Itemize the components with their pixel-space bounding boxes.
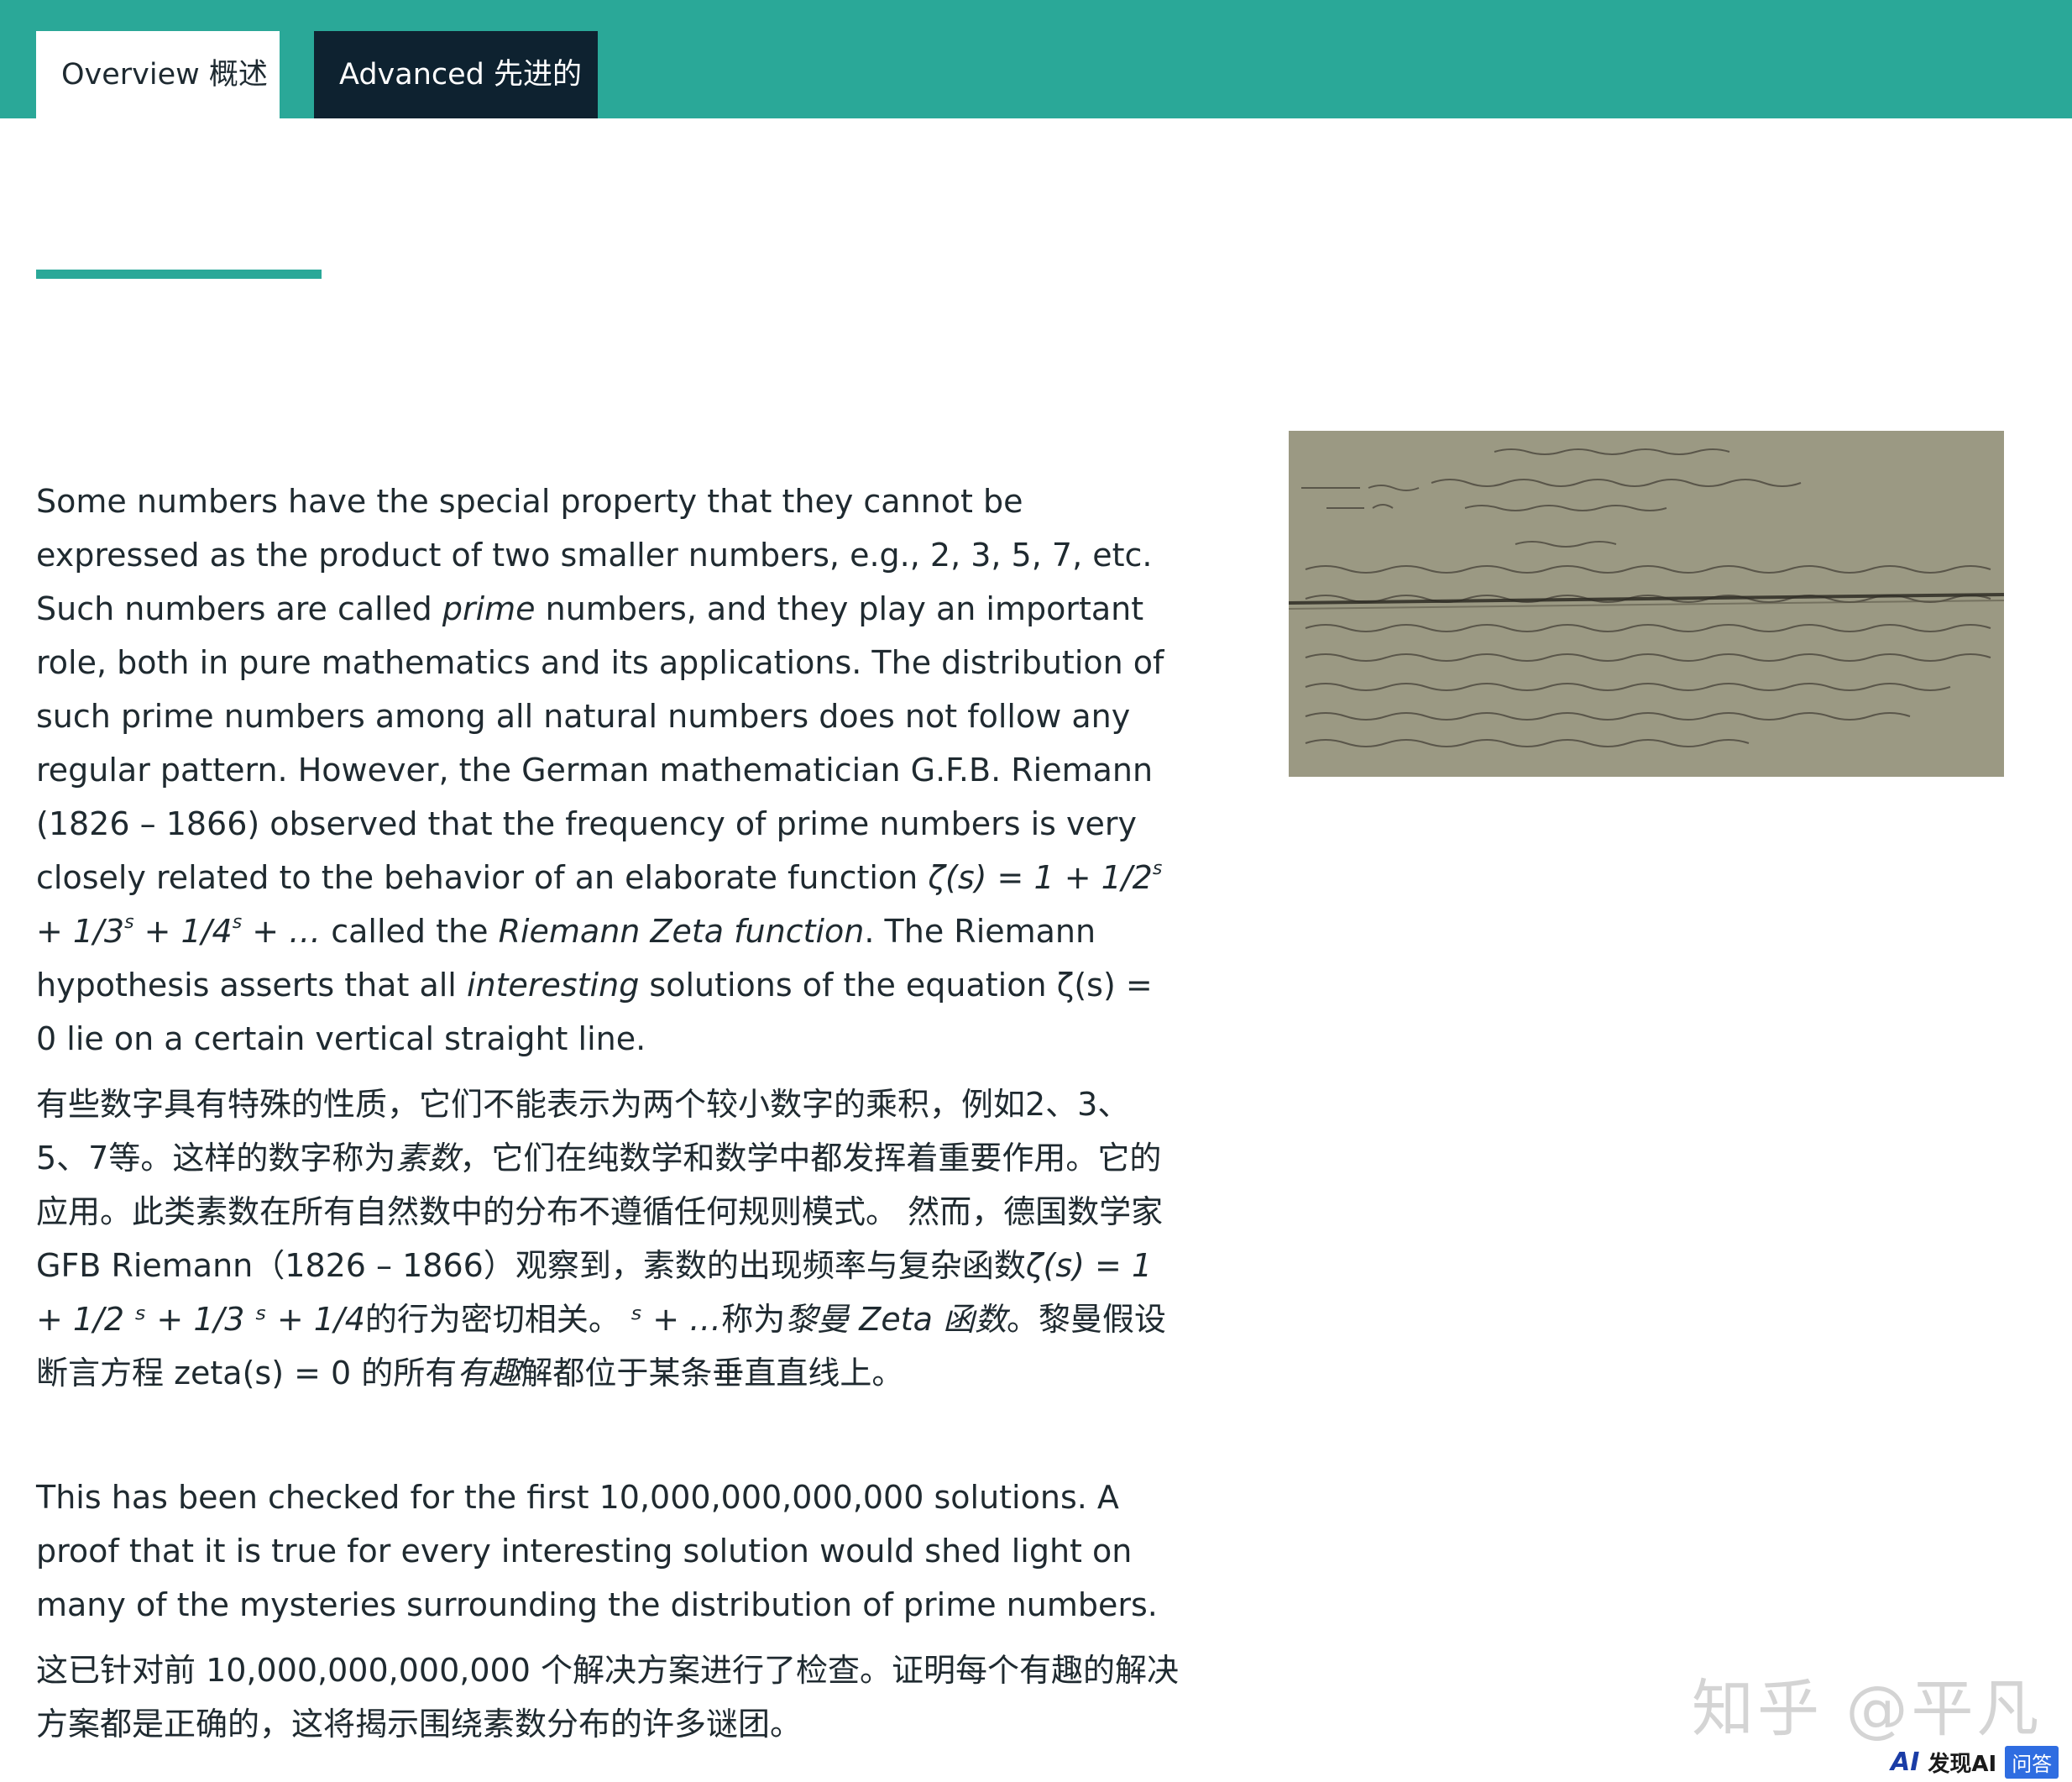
tab-overview[interactable]: Overview 概述 [36,31,280,118]
manuscript-handwriting [1289,431,2004,777]
paragraph-intro-zh: 有些数字具有特殊的性质，它们不能表示为两个较小数字的乘积，例如2、3、5、7等。… [36,1077,1180,1400]
zeta-formula-zh-tail: ˢ + … [620,1301,722,1338]
faxian-ai-logo: AI 发现AI 问答 [1891,1745,2059,1779]
riemann-manuscript-image [1289,431,2004,777]
text-fragment: called the [331,913,499,950]
term-youqu: 有趣 [457,1355,521,1392]
text-fragment: 的行为密切相关。 [364,1301,620,1338]
faxian-ai-wordmark: 发现AI [1928,1751,1997,1777]
text-fragment: 解都位于某条垂直直线上。 [521,1355,904,1392]
wenda-badge: 问答 [2005,1745,2059,1779]
paragraph-intro-en: Some numbers have the special property t… [36,474,1180,1066]
term-riemann-zeta-zh: 黎曼 Zeta 函数 [785,1301,1007,1338]
zhihu-watermark: 知乎 @平凡 [1692,1673,2043,1745]
term-interesting: interesting [466,967,640,1004]
term-riemann-zeta: Riemann Zeta function [498,913,865,950]
term-sushu: 素数 [395,1140,460,1177]
term-prime: prime [442,590,536,627]
article-body: Some numbers have the special property t… [36,474,1180,1751]
top-tab-bar: Overview 概述 Advanced 先进的 [0,0,2072,118]
section-accent-line [36,270,322,279]
text-fragment: 称为 [721,1301,786,1338]
tab-advanced[interactable]: Advanced 先进的 [314,31,598,118]
paragraph-proof-zh: 这已针对前 10,000,000,000,000 个解决方案进行了检查。证明每个… [36,1652,1179,1743]
ai-logo-icon: AI [1891,1747,1920,1777]
text-fragment: numbers, and they play an important role… [36,590,1164,896]
paragraph-proof-en: This has been checked for the first 10,0… [36,1479,1158,1623]
